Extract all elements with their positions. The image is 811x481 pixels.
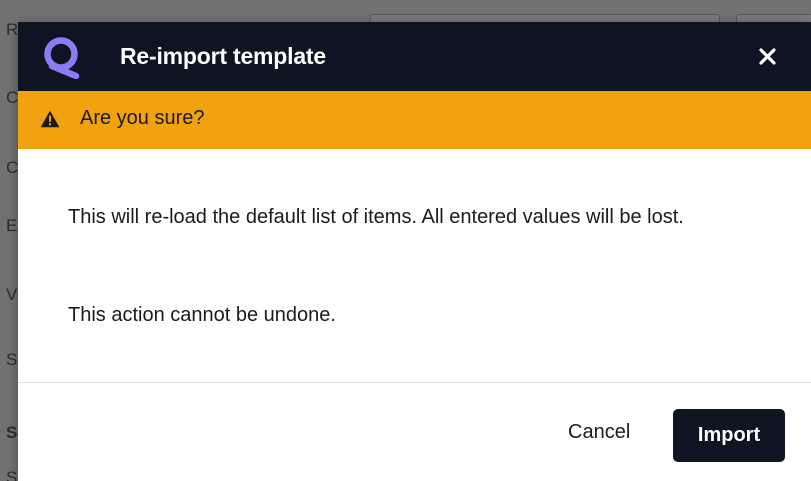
warning-triangle-icon — [40, 110, 60, 128]
close-button[interactable] — [753, 42, 781, 70]
close-icon — [758, 47, 776, 65]
dialog-warning-message: This action cannot be undone. — [68, 304, 336, 326]
cancel-button[interactable]: Cancel — [568, 421, 630, 444]
warning-text: Are you sure? — [80, 107, 205, 129]
background-text: S — [6, 468, 18, 481]
background-text: C — [6, 88, 19, 107]
dialog-body: This will re-load the default list of it… — [18, 149, 811, 382]
background-text: R — [6, 20, 19, 39]
dialog-message: This will re-load the default list of it… — [68, 206, 684, 228]
background-text: E — [6, 216, 18, 235]
import-button[interactable]: Import — [673, 409, 785, 462]
app-logo-icon — [44, 37, 80, 79]
background-text: V — [6, 285, 18, 304]
dialog-title: Re-import template — [120, 43, 326, 69]
warning-banner: Are you sure? — [18, 91, 811, 149]
dialog-header: Re-import template — [18, 22, 811, 91]
background-text: S — [6, 350, 18, 369]
reimport-dialog: Re-import template Are you sure? This wi… — [18, 22, 811, 481]
background-text: C — [6, 158, 19, 177]
background-text: S — [6, 423, 18, 442]
footer-divider — [18, 382, 811, 383]
